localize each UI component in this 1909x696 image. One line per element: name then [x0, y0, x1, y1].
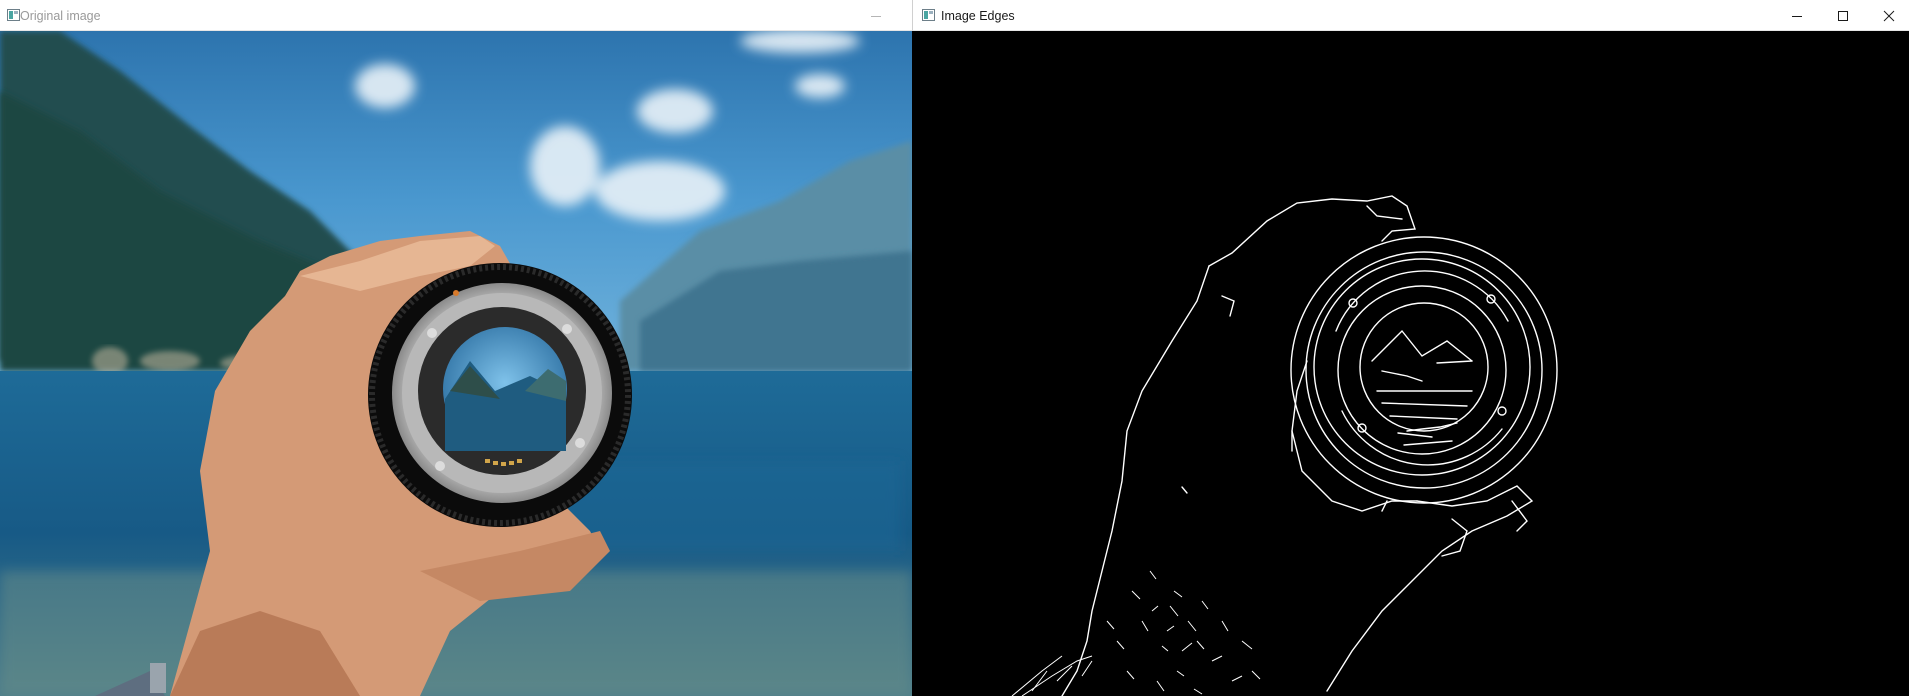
app-window-icon — [7, 9, 20, 21]
title-bar[interactable]: Original image — [0, 0, 912, 31]
window-title: Original image — [20, 9, 101, 23]
minimize-icon — [1792, 15, 1802, 17]
minimize-icon — [871, 15, 881, 17]
minimize-button[interactable] — [853, 0, 899, 31]
close-button[interactable] — [1866, 0, 1909, 31]
close-icon — [1883, 10, 1895, 21]
original-image — [0, 31, 912, 696]
minimize-button[interactable] — [1774, 0, 1820, 31]
maximize-icon — [1838, 10, 1848, 21]
app-window-icon — [922, 9, 935, 21]
window-title: Image Edges — [941, 9, 1015, 23]
original-image-window[interactable]: Original image — [0, 0, 912, 696]
edge-image — [912, 31, 1909, 696]
image-edges-window[interactable]: Image Edges — [912, 0, 1909, 696]
title-bar[interactable]: Image Edges — [912, 0, 1909, 31]
maximize-button[interactable] — [1820, 0, 1866, 31]
